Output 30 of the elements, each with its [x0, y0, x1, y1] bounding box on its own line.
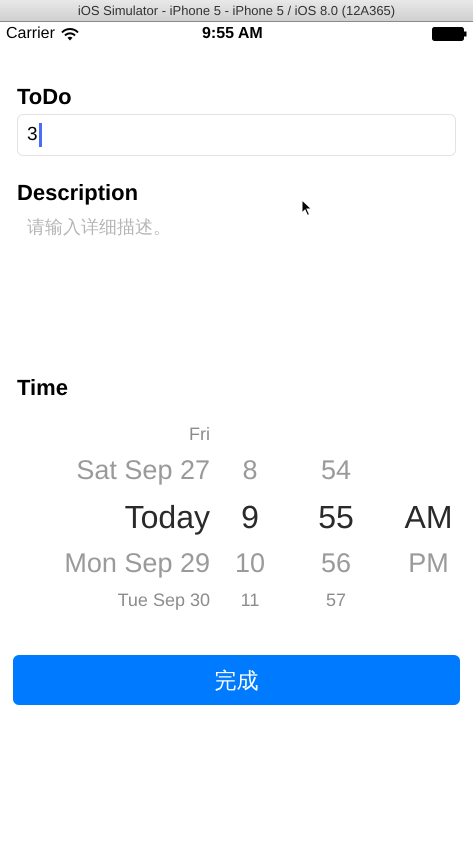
window-title: iOS Simulator - iPhone 5 - iPhone 5 / iOS 8.0 (12A365) — [78, 2, 396, 20]
todo-field[interactable]: 3 — [17, 114, 456, 156]
picker-minute[interactable]: 55 — [318, 499, 354, 535]
time-label: Time — [17, 374, 68, 399]
carrier-label: Carrier — [6, 24, 55, 44]
picker-period[interactable]: PM — [408, 548, 449, 578]
picker-date[interactable]: Sat Sep 27 — [76, 454, 210, 485]
picker-minute[interactable]: 54 — [320, 454, 352, 485]
picker-date[interactable]: Mon Sep 29 — [64, 548, 210, 578]
picker-hour[interactable]: 11 — [240, 590, 260, 610]
date-picker[interactable]: Fri Sat Sep 27 8 54 Today 9 55 AM Mon Sep 29 10 56 PM Tue Sep 30 11 57 — [0, 419, 473, 615]
todo-label: ToDo — [17, 83, 72, 108]
text-cursor — [38, 123, 42, 147]
description-label: Description — [17, 179, 138, 204]
picker-hour[interactable]: 9 — [241, 499, 259, 535]
status-time: 9:55 AM — [202, 24, 263, 44]
picker-hour[interactable]: 8 — [242, 454, 258, 485]
done-button[interactable]: 完成 — [13, 655, 460, 705]
picker-hour[interactable]: 10 — [234, 548, 266, 578]
picker-minute[interactable]: 57 — [326, 590, 346, 610]
field-value: 3 — [27, 122, 38, 147]
picker-date[interactable]: Fri — [189, 424, 210, 444]
picker-date[interactable]: Today — [124, 499, 210, 535]
battery-icon — [432, 27, 467, 41]
description-field[interactable]: 请输入详细描述。 — [17, 208, 456, 358]
wifi-icon — [60, 28, 79, 40]
picker-minute[interactable]: 56 — [320, 548, 352, 578]
picker-period[interactable]: AM — [404, 499, 452, 535]
picker-date[interactable]: Tue Sep 30 — [118, 590, 210, 610]
mouse-cursor-icon — [301, 199, 313, 217]
